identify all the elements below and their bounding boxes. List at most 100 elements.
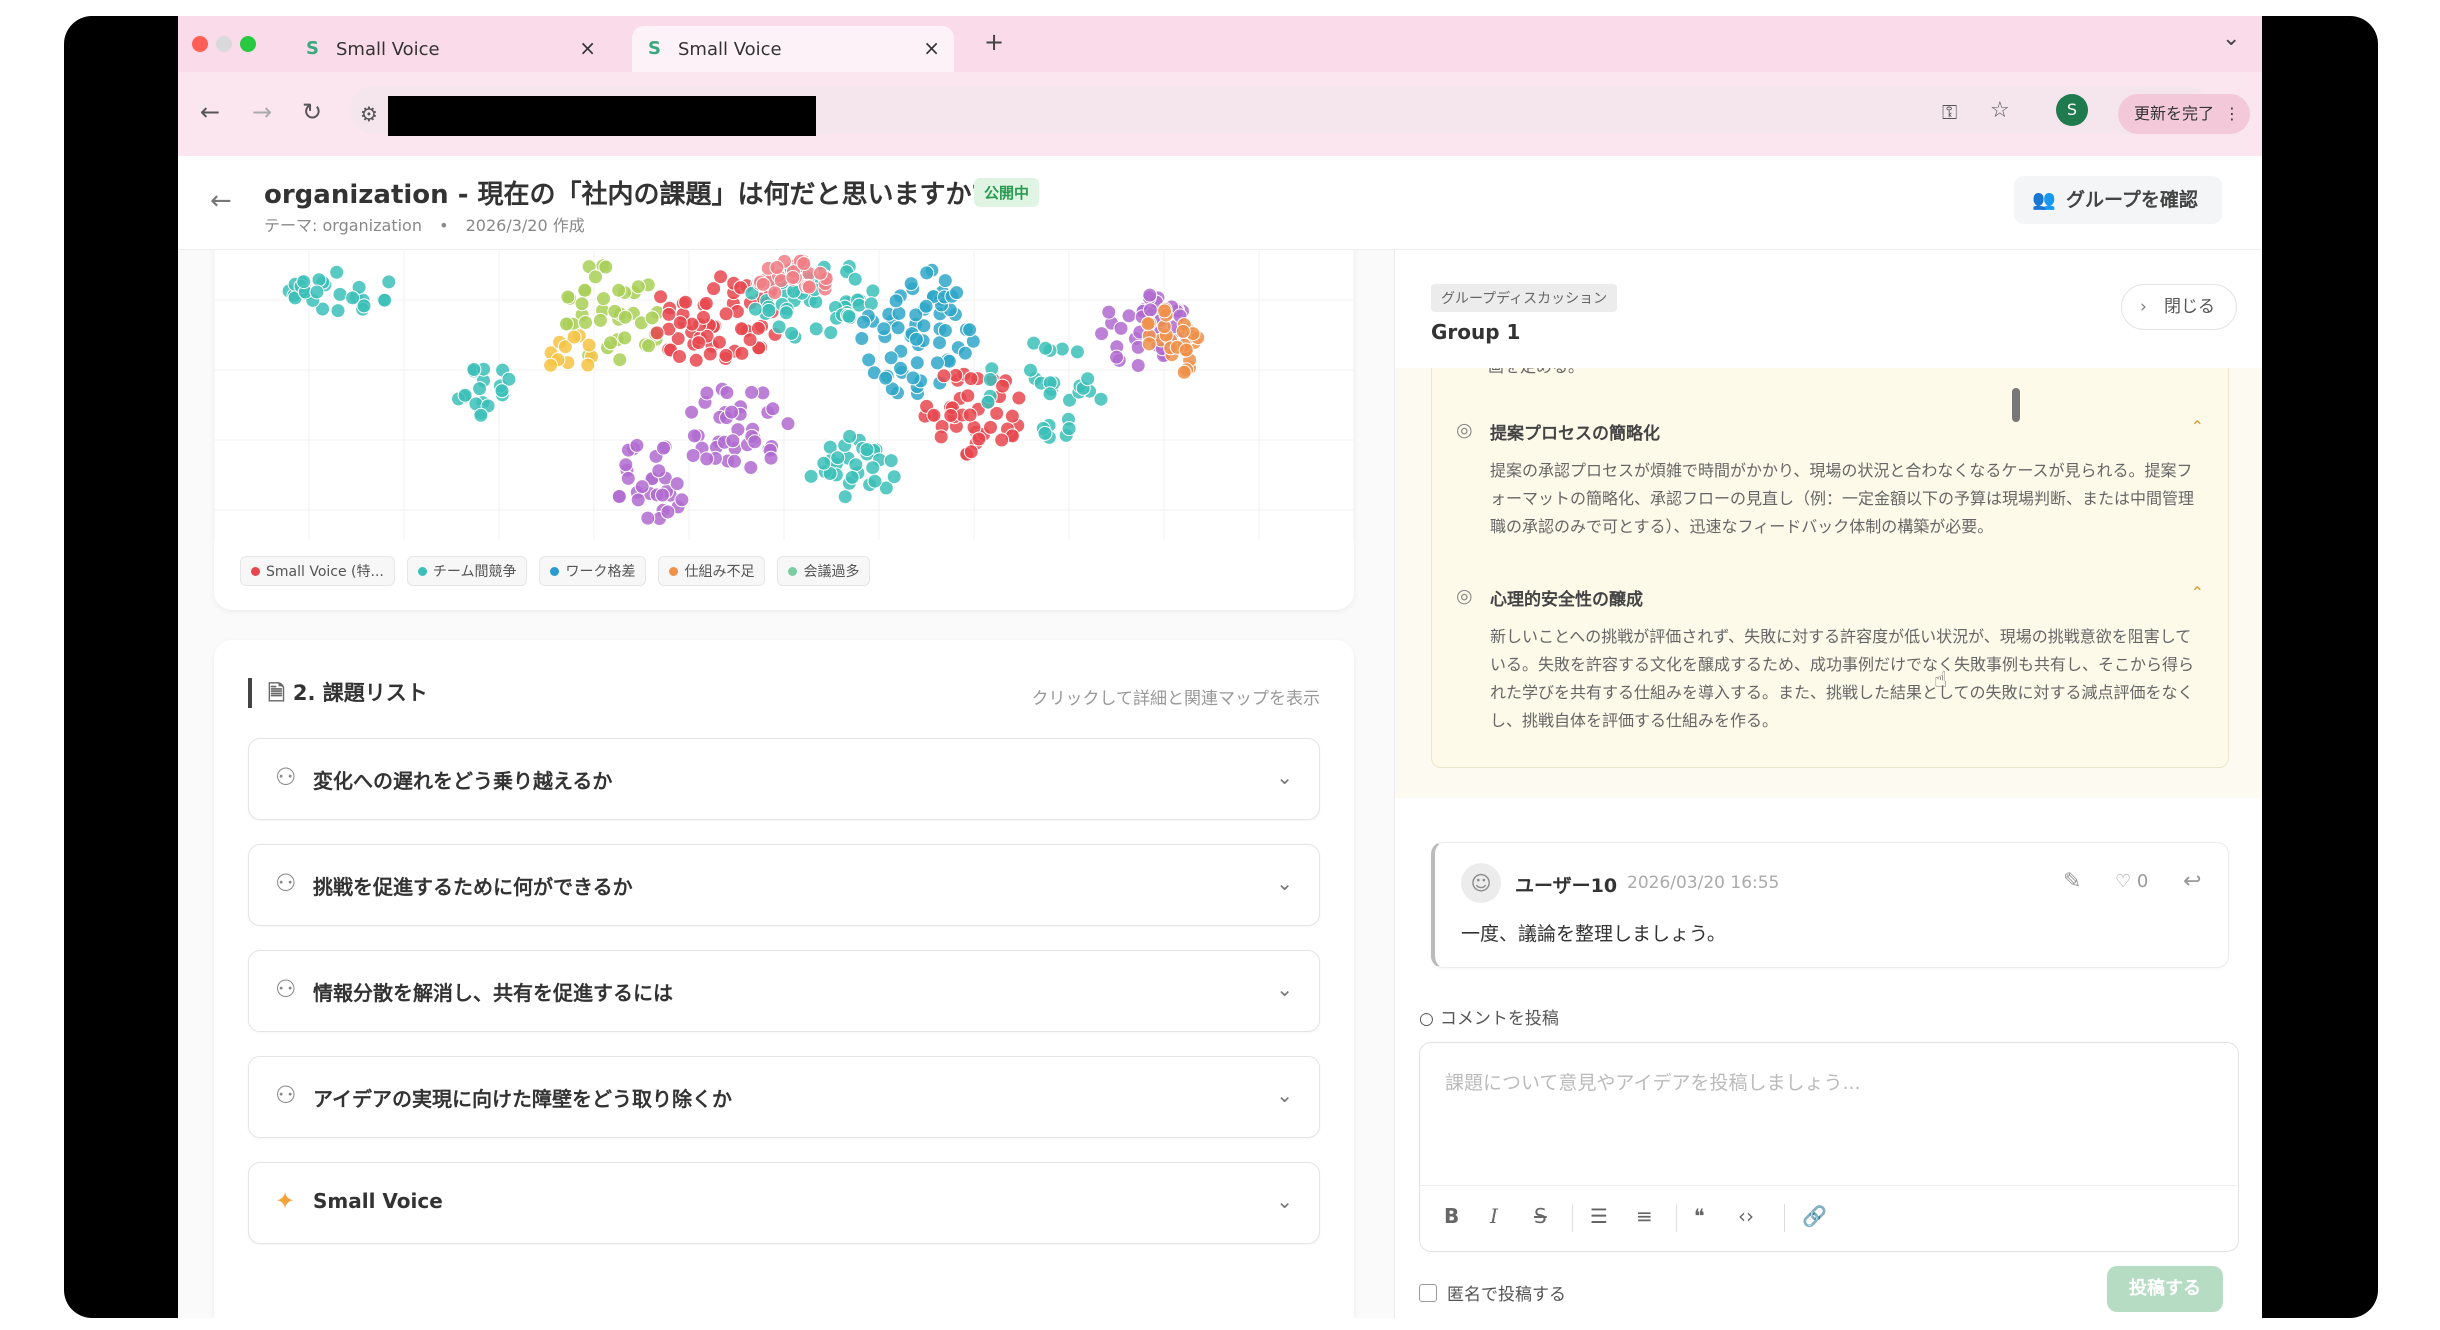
opinion-point[interactable]	[734, 345, 750, 361]
opinion-point[interactable]	[841, 308, 857, 324]
opinion-point[interactable]	[937, 323, 953, 338]
opinion-point[interactable]	[859, 442, 875, 458]
link-icon[interactable]: 🔗	[1802, 1204, 1827, 1228]
opinion-point[interactable]	[634, 479, 650, 495]
opinion-point[interactable]	[466, 362, 482, 377]
new-tab-button[interactable]: +	[984, 28, 1004, 56]
opinion-point[interactable]	[747, 301, 763, 317]
opinion-point[interactable]	[891, 305, 907, 321]
opinion-point[interactable]	[629, 437, 645, 453]
opinion-point[interactable]	[929, 355, 945, 371]
chevron-up-icon[interactable]: ⌃	[2191, 417, 2204, 436]
opinion-point[interactable]	[656, 440, 671, 456]
close-panel-button[interactable]: › 閉じる	[2121, 284, 2237, 330]
back-icon[interactable]: ←	[200, 98, 220, 126]
opinion-point[interactable]	[653, 289, 669, 305]
opinion-scatter-map[interactable]	[214, 250, 1354, 540]
opinion-point[interactable]	[718, 347, 734, 363]
opinion-point[interactable]	[596, 291, 611, 307]
opinion-point[interactable]	[725, 433, 741, 449]
opinion-point[interactable]	[611, 489, 627, 504]
opinion-point[interactable]	[472, 381, 488, 397]
opinion-point[interactable]	[660, 504, 676, 520]
opinion-point[interactable]	[767, 285, 783, 301]
opinion-point[interactable]	[674, 492, 690, 508]
opinion-point[interactable]	[856, 314, 871, 330]
opinion-point[interactable]	[672, 349, 687, 364]
opinion-point[interactable]	[580, 357, 596, 373]
opinion-point[interactable]	[750, 320, 766, 336]
opinion-point[interactable]	[936, 368, 952, 384]
reload-icon[interactable]: ↻	[302, 98, 322, 126]
opinion-point[interactable]	[727, 453, 742, 469]
opinion-point[interactable]	[878, 370, 894, 386]
opinion-point[interactable]	[905, 370, 921, 386]
opinion-point[interactable]	[1142, 287, 1158, 303]
opinion-point[interactable]	[890, 320, 906, 336]
opinion-point[interactable]	[983, 419, 998, 435]
opinion-point[interactable]	[699, 385, 715, 401]
tab-search-icon[interactable]: ⌄	[2222, 26, 2240, 51]
opinion-point[interactable]	[329, 264, 345, 280]
issue-item[interactable]: ⚇ 変化への遅れをどう乗り越えるか ⌄	[248, 738, 1320, 820]
opinion-point[interactable]	[865, 283, 881, 299]
opinion-point[interactable]	[641, 338, 656, 354]
opinion-point[interactable]	[644, 310, 660, 326]
opinion-point[interactable]	[962, 322, 978, 338]
opinion-point[interactable]	[1011, 390, 1027, 406]
reply-icon[interactable]: ↩	[2183, 869, 2201, 894]
opinion-point[interactable]	[1061, 421, 1077, 437]
opinion-point[interactable]	[691, 335, 707, 351]
opinion-point[interactable]	[747, 434, 763, 450]
like-button[interactable]: ♡ 0	[2115, 871, 2148, 892]
numbered-list-icon[interactable]: ≡	[1636, 1204, 1653, 1228]
point-title[interactable]: 提案プロセスの簡略化	[1490, 419, 1660, 444]
issue-item[interactable]: ⚇ アイデアの実現に向けた障壁をどう取り除くか ⌄	[248, 1056, 1320, 1138]
forward-icon[interactable]: →	[252, 98, 272, 126]
opinion-point[interactable]	[957, 345, 973, 361]
opinion-point[interactable]	[848, 457, 864, 473]
opinion-point[interactable]	[713, 269, 729, 285]
opinion-point[interactable]	[672, 315, 688, 331]
maximize-window-button[interactable]	[240, 36, 256, 52]
opinion-point[interactable]	[994, 432, 1010, 448]
opinion-point[interactable]	[685, 448, 701, 463]
opinion-point[interactable]	[311, 272, 327, 288]
opinion-point[interactable]	[543, 357, 559, 373]
issue-item[interactable]: ⚇ 挑戦を促進するために何ができるか ⌄	[248, 844, 1320, 926]
opinion-point[interactable]	[1113, 320, 1129, 336]
opinion-point[interactable]	[801, 279, 817, 295]
opinion-point[interactable]	[1054, 341, 1070, 357]
legend-item[interactable]: チーム間競争	[406, 556, 528, 586]
opinion-point[interactable]	[867, 473, 883, 489]
opinion-point[interactable]	[844, 469, 860, 485]
anonymous-checkbox[interactable]	[1419, 1283, 1437, 1302]
opinion-point[interactable]	[1141, 336, 1157, 352]
opinion-point[interactable]	[1121, 308, 1137, 324]
close-tab-icon[interactable]: ×	[579, 36, 596, 60]
opinion-point[interactable]	[332, 286, 348, 302]
submit-comment-button[interactable]: 投稿する	[2107, 1266, 2223, 1312]
opinion-point[interactable]	[581, 337, 597, 353]
opinion-point[interactable]	[1080, 371, 1096, 387]
view-groups-button[interactable]: 👥 グループを確認	[2014, 176, 2222, 224]
opinion-point[interactable]	[971, 431, 987, 447]
opinion-point[interactable]	[649, 325, 665, 341]
opinion-point[interactable]	[1037, 425, 1053, 441]
opinion-point[interactable]	[918, 298, 934, 314]
issue-item[interactable]: ✦ Small Voice ⌄	[248, 1162, 1320, 1244]
opinion-point[interactable]	[765, 401, 781, 417]
opinion-point[interactable]	[345, 290, 361, 306]
opinion-point[interactable]	[847, 271, 863, 287]
opinion-point[interactable]	[837, 489, 853, 505]
code-icon[interactable]: ‹›	[1738, 1204, 1754, 1228]
opinion-point[interactable]	[743, 460, 759, 475]
issue-item[interactable]: ⚇ 情報分散を解消し、共有を促進するには ⌄	[248, 950, 1320, 1032]
opinion-point[interactable]	[943, 408, 959, 423]
password-key-icon[interactable]: ⚿	[1942, 100, 1957, 124]
opinion-point[interactable]	[655, 487, 670, 503]
legend-item[interactable]: 仕組み不足	[658, 556, 766, 586]
opinion-point[interactable]	[719, 385, 735, 401]
panel-scrollbar[interactable]	[2012, 388, 2020, 422]
opinion-point[interactable]	[909, 355, 925, 371]
